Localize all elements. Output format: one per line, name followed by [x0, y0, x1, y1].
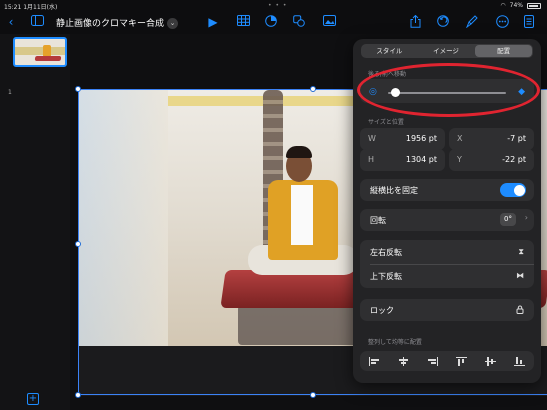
resize-handle-bl[interactable] — [75, 392, 81, 398]
lock-aspect-row[interactable]: 縦横比を固定 — [360, 179, 534, 201]
chevron-right-icon: › — [524, 213, 528, 222]
add-slide-button[interactable]: + — [27, 393, 39, 405]
align-toolbar — [360, 351, 534, 371]
align-left-icon[interactable] — [369, 356, 380, 366]
chart-icon[interactable] — [264, 15, 278, 29]
resize-handle-left[interactable] — [75, 241, 81, 247]
tab-style[interactable]: スタイル — [361, 44, 418, 58]
table-icon[interactable] — [236, 15, 250, 29]
battery-percent: 74% — [509, 2, 523, 9]
lock-row[interactable]: ロック — [360, 299, 534, 321]
slide-navigator: 1 — [0, 34, 70, 410]
resize-handle-bottom[interactable] — [310, 392, 316, 398]
document-title[interactable]: 静止画像のクロマキー合成 ⌄ — [56, 16, 179, 29]
y-field[interactable]: Y -22 pt — [449, 149, 534, 171]
flip-card: 左右反転 ⧗ 上下反転 ⧓ — [360, 240, 534, 288]
toolbar: ‹ 静止画像のクロマキー合成 ⌄ ▶ — [0, 12, 547, 32]
multitasking-dots[interactable]: • • • — [268, 2, 287, 9]
rotate-row[interactable]: 回転 0° › — [360, 209, 534, 231]
format-brush-icon[interactable] — [465, 15, 479, 29]
sidebar-icon[interactable] — [30, 15, 44, 29]
back-chevron-icon[interactable]: ‹ — [4, 15, 18, 29]
undo-icon[interactable] — [436, 15, 450, 29]
document-icon[interactable] — [522, 15, 536, 29]
slide-thumbnail[interactable] — [13, 37, 67, 67]
flip-vertical-button[interactable]: 上下反転 — [370, 271, 402, 282]
align-center-icon[interactable] — [398, 356, 409, 366]
x-field[interactable]: X -7 pt — [449, 128, 534, 150]
slide-number: 1 — [8, 89, 12, 96]
align-right-icon[interactable] — [427, 356, 438, 366]
align-middle-icon[interactable] — [485, 356, 496, 366]
tab-image[interactable]: イメージ — [418, 44, 475, 58]
status-time: 15:21 1月11日(水) — [4, 4, 58, 11]
chevron-down-icon[interactable]: ⌄ — [167, 18, 179, 29]
more-icon[interactable] — [495, 15, 509, 29]
resize-handle-tl[interactable] — [75, 86, 81, 92]
align-section-label: 整列して均等に配置 — [368, 339, 422, 346]
lock-icon — [516, 305, 524, 316]
height-field[interactable]: H 1304 pt — [360, 149, 445, 171]
shape-icon[interactable] — [292, 15, 306, 29]
flip-vertical-icon[interactable]: ⧓ — [516, 271, 524, 280]
tab-arrange[interactable]: 配置 — [475, 45, 533, 57]
annotation-circle — [357, 63, 540, 117]
align-bottom-icon[interactable] — [514, 356, 525, 366]
flip-horizontal-button[interactable]: 左右反転 — [370, 247, 402, 258]
media-icon[interactable] — [322, 15, 336, 29]
play-icon[interactable]: ▶ — [206, 15, 220, 29]
status-bar: 15:21 1月11日(水) • • • ◠ 74% — [0, 0, 547, 11]
resize-handle-top[interactable] — [310, 86, 316, 92]
align-top-icon[interactable] — [456, 356, 467, 366]
flip-horizontal-icon[interactable]: ⧗ — [518, 247, 524, 257]
battery-icon — [527, 2, 541, 9]
status-right: ◠ 74% — [500, 2, 541, 9]
size-position-label: サイズと位置 — [368, 119, 404, 126]
share-icon[interactable] — [408, 14, 422, 29]
format-tabs: スタイル イメージ 配置 — [361, 44, 533, 58]
rotate-value[interactable]: 0° — [500, 213, 516, 226]
wifi-icon: ◠ — [500, 2, 506, 9]
lock-aspect-toggle[interactable] — [500, 183, 526, 197]
width-field[interactable]: W 1956 pt — [360, 128, 445, 150]
